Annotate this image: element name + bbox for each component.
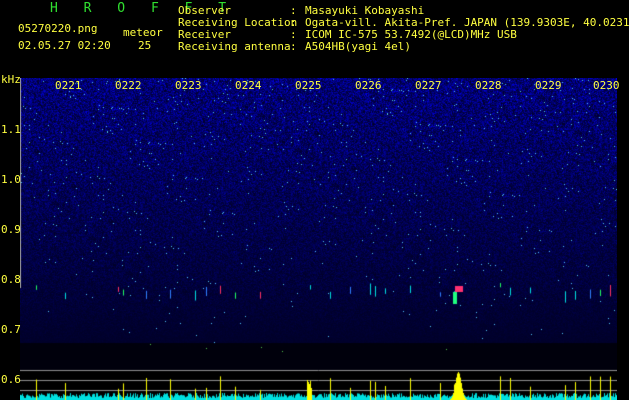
time-label: 0227 (415, 79, 442, 92)
antenna-value: A504HB(yagi 4el) (305, 40, 411, 53)
time-label: 0230 (593, 79, 620, 92)
time-label: 0228 (475, 79, 502, 92)
y-label: 0.9 (1, 223, 21, 236)
spectrogram (20, 78, 617, 400)
antenna-label: Receiving antenna (178, 40, 291, 53)
filename: 05270220.png (18, 22, 98, 35)
time-label: 0221 (55, 79, 82, 92)
meteor-count: 25 (138, 39, 152, 52)
time-label: 0223 (175, 79, 202, 92)
y-label: 0.8 (1, 273, 21, 286)
y-label: 0.7 (1, 323, 21, 336)
time-label: 0222 (115, 79, 142, 92)
datetime: 02.05.27 02:20 (18, 39, 111, 52)
y-unit: kHz (1, 73, 21, 86)
y-label: 0.6 (1, 373, 21, 386)
time-label: 0225 (295, 79, 322, 92)
time-label: 0224 (235, 79, 262, 92)
y-label: 1.0 (1, 173, 21, 186)
meteor-label: meteor (123, 26, 163, 39)
separator: : (290, 40, 297, 53)
time-label: 0229 (535, 79, 562, 92)
y-label: 1.1 (1, 123, 21, 136)
time-label: 0226 (355, 79, 382, 92)
